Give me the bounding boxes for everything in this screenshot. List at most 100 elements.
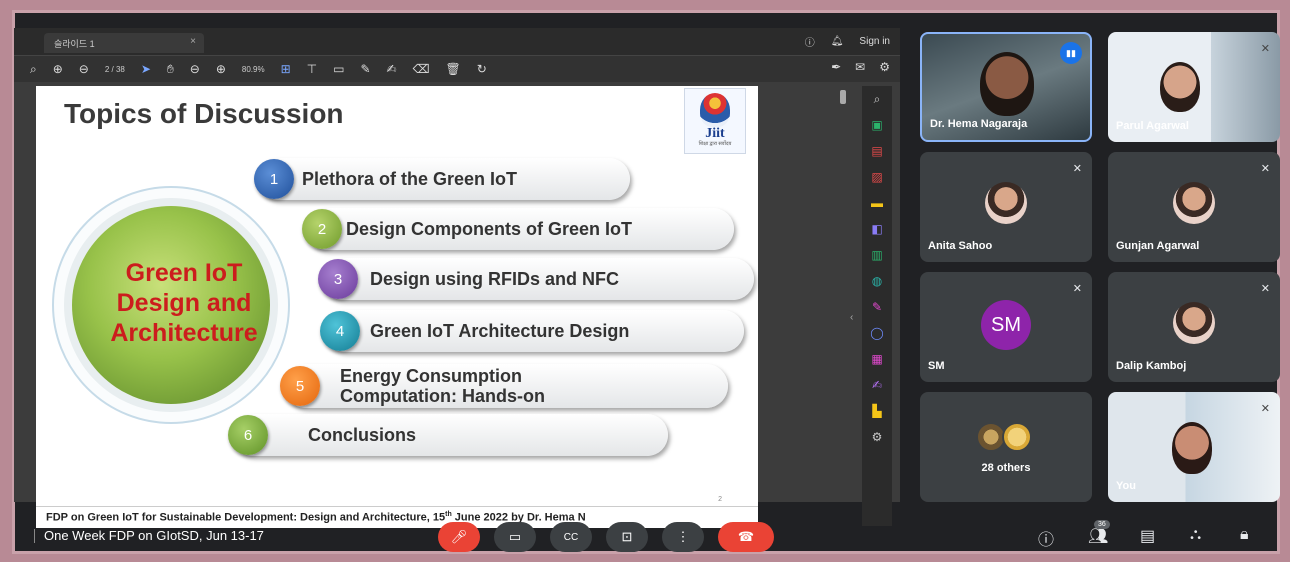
leave-call-button[interactable]: ☎︎ bbox=[718, 522, 774, 552]
zoom-tool-icon[interactable]: ⌕ bbox=[862, 86, 892, 112]
topic-item-3: 3 Design using RFIDs and NFC bbox=[318, 258, 754, 300]
people-icon[interactable]: 36 👥︎ bbox=[1088, 520, 1110, 546]
zoom-in-icon[interactable]: ⊕ bbox=[216, 62, 226, 76]
participant-tile-sm[interactable]: ✕ SM SM bbox=[920, 272, 1092, 382]
eraser-icon[interactable]: ⌫ bbox=[413, 62, 430, 76]
tab-label: 슬라이드 1 bbox=[54, 39, 95, 49]
activities-icon[interactable]: ⛬ bbox=[1190, 526, 1201, 544]
mic-off-icon: ✕ bbox=[1072, 283, 1082, 295]
pointer-icon[interactable]: ➤ bbox=[141, 62, 151, 76]
topic-item-2: 2 Design Components of Green IoT bbox=[302, 208, 734, 250]
topic-item-1: 1 Plethora of the Green IoT bbox=[254, 158, 630, 200]
topic-text-2: Design Components of Green IoT bbox=[346, 219, 633, 239]
export-icon[interactable]: ▣ bbox=[862, 112, 892, 138]
bell-icon[interactable]: 🔔︎ bbox=[831, 36, 844, 47]
participant-video bbox=[980, 52, 1034, 116]
presentation-slide: Topics of Discussion Jiit शिक्षा द्वारा … bbox=[36, 86, 758, 528]
participant-tile-hema[interactable]: ▮▮ Dr. Hema Nagaraja bbox=[920, 32, 1092, 142]
logo-subtext: शिक्षा द्वारा सर्वोदय bbox=[698, 141, 732, 147]
topic-text-5-line-1: Energy Consumption bbox=[340, 366, 523, 386]
account-icon[interactable]: ⚙︎ bbox=[879, 60, 890, 74]
scan-icon[interactable]: ◍ bbox=[862, 268, 892, 294]
edit-pdf-icon[interactable]: ▥ bbox=[862, 242, 892, 268]
redo-icon[interactable]: ↻ bbox=[477, 62, 487, 76]
collapse-panel-icon[interactable]: ‹ bbox=[850, 312, 853, 323]
pen-icon[interactable]: ✎ bbox=[360, 62, 370, 76]
mic-off-button[interactable]: 🎤︎ bbox=[438, 522, 480, 552]
topic-text-4: Green IoT Architecture Design bbox=[370, 321, 630, 341]
info-icon[interactable]: ⓘ bbox=[1038, 526, 1054, 550]
others-count: 28 others bbox=[981, 462, 1031, 474]
down-icon[interactable]: ⊖ bbox=[79, 62, 89, 76]
send-icon[interactable]: ▙ bbox=[862, 398, 892, 424]
viewer-top-right: ⓘ 🔔︎ Sign in bbox=[805, 34, 890, 49]
topic-text-1: Plethora of the Green IoT bbox=[302, 169, 518, 189]
participant-tile-dalip[interactable]: ✕ Dalip Kamboj bbox=[1108, 272, 1280, 382]
globe-line-2: Design and bbox=[116, 289, 252, 317]
toolbar-right: ✒︎ ✉︎ ⚙︎ bbox=[831, 60, 890, 74]
mic-off-icon: ✕ bbox=[1072, 163, 1082, 175]
more-options-button[interactable]: ⋮ bbox=[662, 522, 704, 552]
avatar bbox=[1002, 422, 1032, 452]
mail-icon[interactable]: ✉︎ bbox=[855, 60, 865, 74]
host-controls-icon[interactable]: 🔒︎ bbox=[1240, 526, 1249, 544]
topic-text-6: Conclusions bbox=[308, 425, 417, 445]
meeting-controls-bar: One Week FDP on GIotSD, Jun 13-17 🎤︎ ▭ C… bbox=[14, 514, 1276, 556]
topic-number-4: 4 bbox=[320, 311, 360, 351]
zoom-level[interactable]: 80.9% bbox=[242, 65, 265, 74]
sign-icon[interactable]: ✒︎ bbox=[831, 60, 841, 74]
highlight-icon[interactable]: ✍︎ bbox=[387, 62, 397, 76]
captions-button[interactable]: CC bbox=[550, 522, 592, 552]
protect-icon[interactable]: ◯ bbox=[862, 320, 892, 346]
tab-bar: 슬라이드 1 × ⓘ 🔔︎ Sign in bbox=[14, 28, 900, 56]
organize-icon[interactable]: ▤ bbox=[862, 138, 892, 164]
close-tab-icon[interactable]: × bbox=[190, 36, 196, 47]
participant-name: Parul Agarwal bbox=[1116, 120, 1189, 132]
up-icon[interactable]: ⊕ bbox=[53, 62, 63, 76]
trash-icon[interactable]: 🗑︎ bbox=[446, 62, 461, 76]
topic-number-2: 2 bbox=[302, 209, 342, 249]
participant-tile-gunjan[interactable]: ✕ Gunjan Agarwal bbox=[1108, 152, 1280, 262]
globe-caption: Green IoT Design and Architecture bbox=[84, 258, 284, 348]
search-icon[interactable]: ⌕ bbox=[30, 62, 37, 77]
combine-icon[interactable]: ◧ bbox=[862, 216, 892, 242]
participant-name: Anita Sahoo bbox=[928, 240, 993, 252]
globe-line-1: Green IoT bbox=[125, 259, 243, 287]
mic-off-icon: ✕ bbox=[1260, 403, 1270, 415]
hand-icon[interactable]: ✋︎ bbox=[167, 62, 174, 77]
topic-text-5-line-2: Computation: Hands-on bbox=[340, 386, 545, 406]
page-indicator[interactable]: 2 / 38 bbox=[105, 65, 125, 74]
globe-line-3: Architecture bbox=[110, 319, 258, 347]
chat-icon[interactable]: ▤ bbox=[1140, 526, 1155, 546]
present-button[interactable]: ⊡ bbox=[606, 522, 648, 552]
help-icon[interactable]: ⓘ bbox=[805, 34, 815, 49]
viewer-toolbar: ⌕ ⊕ ⊖ 2 / 38 ➤ ✋︎ ⊖ ⊕ 80.9% ⊞ ⊤ ▭ ✎ ✍︎ ⌫… bbox=[14, 56, 900, 82]
stamp-icon[interactable]: ⊤ bbox=[307, 62, 317, 76]
comment-icon[interactable]: ▭ bbox=[333, 62, 344, 76]
sign-tool-icon[interactable]: ✍︎ bbox=[862, 372, 892, 398]
participant-tile-you[interactable]: ✕ You bbox=[1108, 392, 1280, 502]
create-pdf-icon[interactable]: ▨ bbox=[862, 164, 892, 190]
avatar bbox=[1173, 302, 1215, 344]
speaking-indicator-icon: ▮▮ bbox=[1060, 42, 1082, 64]
document-tab[interactable]: 슬라이드 1 × bbox=[44, 33, 204, 53]
participant-video bbox=[1160, 62, 1200, 112]
emblem-icon bbox=[700, 93, 730, 127]
topic-item-6: 6 Conclusions bbox=[228, 414, 668, 456]
redact-icon[interactable]: ▦ bbox=[862, 346, 892, 372]
fit-icon[interactable]: ⊞ bbox=[281, 62, 291, 76]
more-tools-icon[interactable]: ⚙︎ bbox=[862, 424, 892, 450]
zoom-out-icon[interactable]: ⊖ bbox=[190, 62, 200, 76]
camera-button[interactable]: ▭ bbox=[494, 522, 536, 552]
participant-tile-parul[interactable]: ✕ Parul Agarwal bbox=[1108, 32, 1280, 142]
participant-name: You bbox=[1116, 480, 1136, 492]
participant-name: SM bbox=[928, 360, 945, 372]
vertical-scrollbar[interactable] bbox=[840, 90, 846, 104]
comment-tool-icon[interactable]: ▬ bbox=[862, 190, 892, 216]
participant-tile-others[interactable]: 28 others bbox=[920, 392, 1092, 502]
pdf-viewer: 슬라이드 1 × ⓘ 🔔︎ Sign in ⌕ ⊕ ⊖ 2 / 38 ➤ ✋︎ … bbox=[14, 28, 900, 528]
signin-link[interactable]: Sign in bbox=[859, 36, 890, 47]
fill-sign-icon[interactable]: ✎ bbox=[862, 294, 892, 320]
people-count-badge: 36 bbox=[1094, 520, 1110, 529]
participant-tile-anita[interactable]: ✕ Anita Sahoo bbox=[920, 152, 1092, 262]
